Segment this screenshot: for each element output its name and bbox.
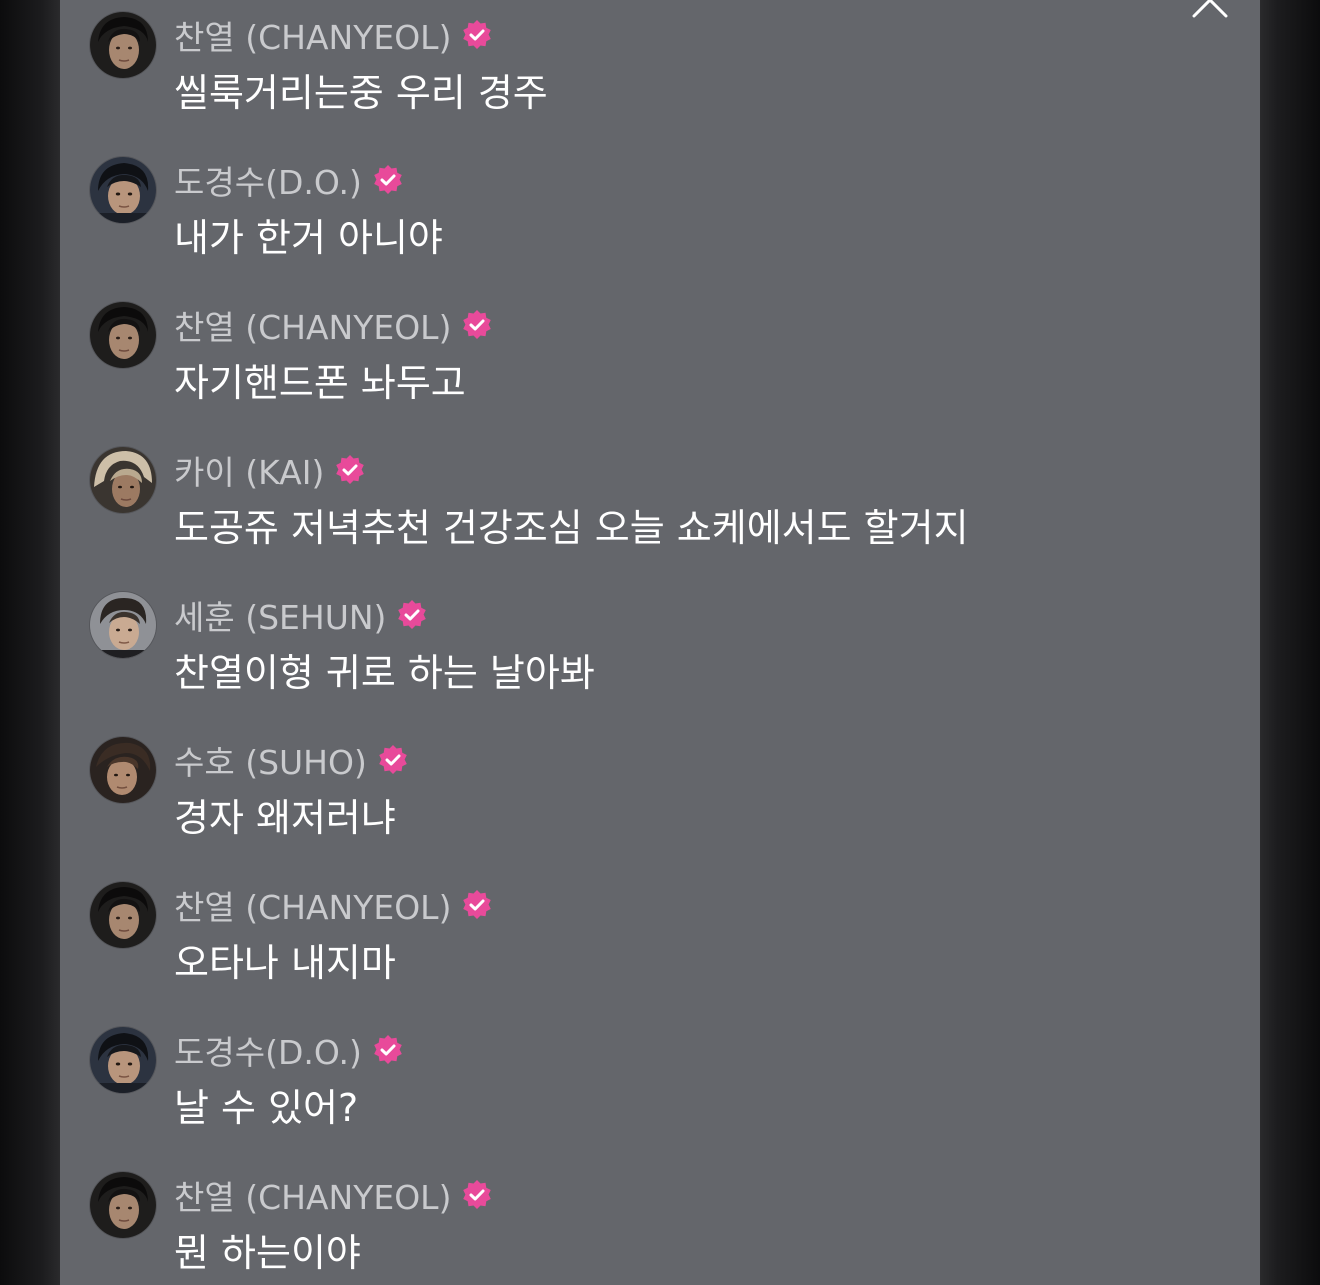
chat-message: 도경수(D.O.) 날 수 있어? [60, 1015, 1260, 1155]
chat-message: 세훈 (SEHUN) 찬열이형 귀로 하는 날아봐 [60, 580, 1260, 720]
background-right [1260, 0, 1320, 1285]
author-name: 찬열 (CHANYEOL) [174, 1178, 452, 1217]
message-text: 오타나 내지마 [174, 941, 396, 985]
chat-message: 도경수(D.O.) 내가 한거 아니야 [60, 145, 1260, 285]
message-text: 경자 왜저러냐 [174, 796, 396, 840]
message-text: 뭔 하는이야 [174, 1231, 361, 1275]
avatar-photo [90, 882, 156, 948]
verified-badge-icon [334, 454, 366, 486]
author-name: 카이 (KAI) [174, 453, 325, 492]
avatar-photo [90, 592, 156, 658]
message-text: 내가 한거 아니야 [174, 216, 443, 260]
chat-message: 찬열 (CHANYEOL) 씰룩거리는중 우리 경주 [60, 0, 1260, 140]
verified-badge-icon [372, 1034, 404, 1066]
avatar-photo [90, 1027, 156, 1093]
avatar[interactable] [90, 12, 156, 78]
avatar-photo [90, 302, 156, 368]
verified-badge-icon [372, 164, 404, 196]
message-text: 찬열이형 귀로 하는 날아봐 [174, 651, 595, 695]
message-text: 도공쥬 저녁추천 건강조심 오늘 쇼케에서도 할거지 [174, 506, 969, 550]
author-name: 도경수(D.O.) [174, 1033, 362, 1072]
message-text: 씰룩거리는중 우리 경주 [174, 71, 548, 115]
verified-badge-icon [377, 744, 409, 776]
author-name: 도경수(D.O.) [174, 163, 362, 202]
avatar-photo [90, 737, 156, 803]
chat-message: 찬열 (CHANYEOL) 뭔 하는이야 [60, 1160, 1260, 1285]
avatar-photo [90, 447, 156, 513]
verified-badge-icon [461, 309, 493, 341]
avatar-photo [90, 157, 156, 223]
author-name: 찬열 (CHANYEOL) [174, 18, 452, 57]
avatar[interactable] [90, 157, 156, 223]
avatar[interactable] [90, 302, 156, 368]
avatar[interactable] [90, 1027, 156, 1093]
message-text: 날 수 있어? [174, 1086, 359, 1130]
author-name: 찬열 (CHANYEOL) [174, 308, 452, 347]
message-text: 자기핸드폰 놔두고 [174, 361, 466, 405]
chat-panel: 찬열 (CHANYEOL) 씰룩거리는중 우리 경주 도경수(D.O.) 내가 … [60, 0, 1260, 1285]
avatar[interactable] [90, 447, 156, 513]
author-name: 수호 (SUHO) [174, 743, 367, 782]
author-name: 세훈 (SEHUN) [174, 598, 387, 637]
avatar[interactable] [90, 1172, 156, 1238]
avatar[interactable] [90, 737, 156, 803]
chat-message: 찬열 (CHANYEOL) 자기핸드폰 놔두고 [60, 290, 1260, 430]
verified-badge-icon [396, 599, 428, 631]
avatar-photo [90, 12, 156, 78]
author-name: 찬열 (CHANYEOL) [174, 888, 452, 927]
verified-badge-icon [461, 19, 493, 51]
verified-badge-icon [461, 1179, 493, 1211]
verified-badge-icon [461, 889, 493, 921]
chat-message: 찬열 (CHANYEOL) 오타나 내지마 [60, 870, 1260, 1010]
avatar[interactable] [90, 592, 156, 658]
chat-message: 수호 (SUHO) 경자 왜저러냐 [60, 725, 1260, 865]
avatar[interactable] [90, 882, 156, 948]
avatar-photo [90, 1172, 156, 1238]
chat-message: 카이 (KAI) 도공쥬 저녁추천 건강조심 오늘 쇼케에서도 할거지 [60, 435, 1260, 575]
background-left [0, 0, 60, 1285]
